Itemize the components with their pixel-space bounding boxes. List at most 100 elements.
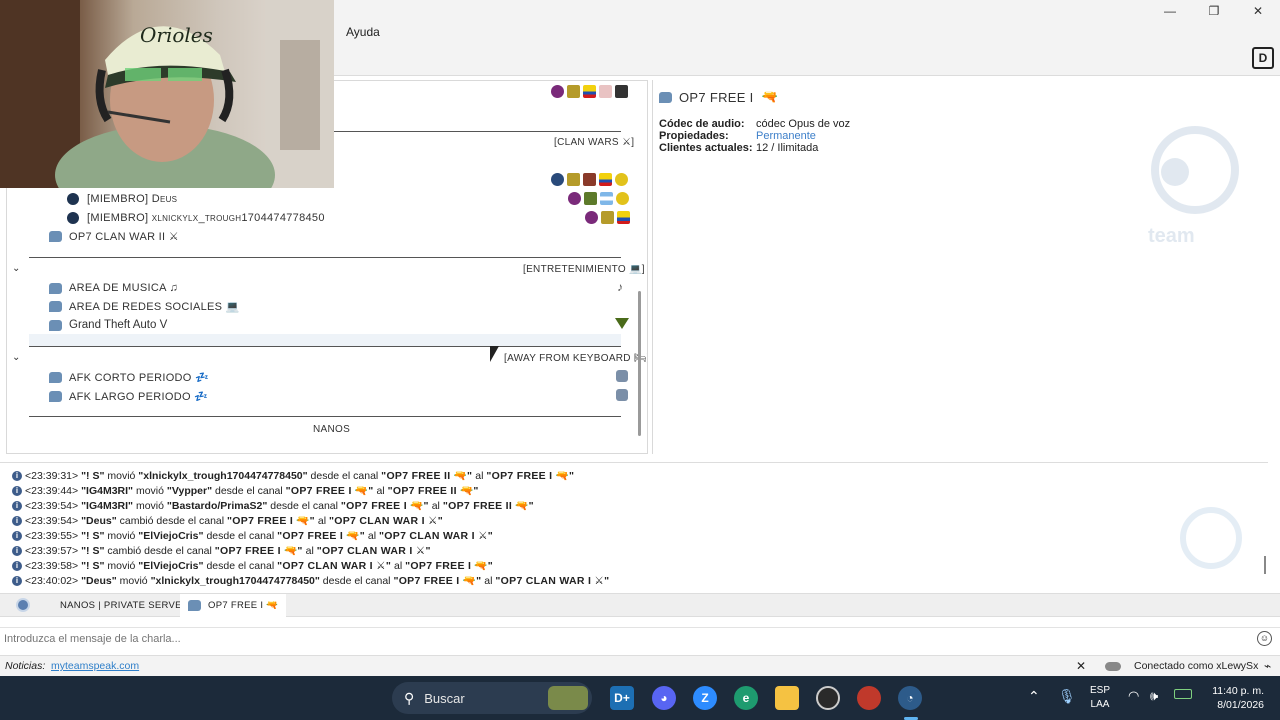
channel-area-redes[interactable]: AREA DE REDES SOCIALES 💻 <box>49 297 240 315</box>
search-highlight-image <box>548 686 588 710</box>
info-row-clients: Clientes actuales: 12 / Ilimitada <box>659 142 819 154</box>
windows-start-icon[interactable] <box>358 686 382 710</box>
teamspeak-watermark-icon <box>1180 507 1242 569</box>
channel-icon <box>659 91 672 103</box>
channel-icon <box>49 371 62 383</box>
news-link[interactable]: myteamspeak.com <box>51 660 139 672</box>
channel-icon <box>188 600 201 611</box>
info-row-codec: Códec de audio: códec Opus de voz <box>659 118 851 130</box>
disney-plus-icon[interactable]: D+ <box>610 686 634 710</box>
log-line: i <23:39:58> "! S" movió "ElViejoCris" de… <box>12 559 493 572</box>
user-xlnickylx[interactable]: [MIEMBRO] xlnickylx_trough1704474778450 <box>67 209 325 227</box>
obs-icon[interactable] <box>816 686 840 710</box>
server-status-icon <box>16 598 30 612</box>
webcam-person-image: Orioles <box>0 0 334 188</box>
cloud-icon <box>1105 662 1121 671</box>
tab-server[interactable]: NANOS | PRIVATE SERVER <box>52 594 197 617</box>
user-badges <box>548 171 628 187</box>
log-line: i <23:39:44> "IG4M3RI" movió "Vypper" des… <box>12 484 479 497</box>
chat-bar: ☺ <box>0 627 1280 649</box>
webcam-overlay: Orioles <box>0 0 334 188</box>
clock[interactable]: 11:40 p. m. 8/01/2026 <box>1200 684 1264 712</box>
info-icon: i <box>12 485 22 496</box>
wifi-icon[interactable]: ◠ <box>1128 688 1139 704</box>
info-row-properties: Propiedades: Permanente <box>659 130 816 142</box>
close-news-button[interactable]: ✕ <box>1076 659 1086 673</box>
svg-text:team: team <box>1148 225 1195 247</box>
teamspeak-watermark-icon: team <box>1140 120 1250 250</box>
menu-help[interactable]: Ayuda <box>346 25 380 39</box>
moderated-icon <box>616 370 628 382</box>
spacer-nanos[interactable]: NANOS <box>313 424 350 435</box>
info-icon: i <box>12 500 22 511</box>
log-line: i <23:39:54> "IG4M3RI" movió "Bastardo/Pr… <box>12 499 534 512</box>
channel-icon <box>49 319 62 331</box>
info-icon: i <box>12 545 22 556</box>
user-deus[interactable]: [MIEMBRO] Deus <box>67 190 177 208</box>
log-line: i <23:39:54> "Deus" cambió desde el canal… <box>12 514 443 527</box>
minimize-button[interactable]: — <box>1148 0 1192 22</box>
battery-icon[interactable] <box>1174 689 1192 699</box>
microphone-icon[interactable]: 🎙 <box>1058 688 1076 705</box>
info-icon: i <box>12 470 22 481</box>
log-line: i <23:40:02> "Deus" movió "xlnickylx_trou… <box>12 574 609 587</box>
maximize-button[interactable]: ❐ <box>1192 0 1236 22</box>
tray-chevron-icon[interactable]: ⌃ <box>1028 688 1040 705</box>
tab-channel[interactable]: OP7 FREE I 🔫 <box>180 594 287 617</box>
info-icon: i <box>12 575 22 586</box>
taskbar-search-box[interactable]: ⚲ Buscar <box>392 682 592 714</box>
user-status-icon <box>67 193 79 205</box>
emoji-icon[interactable]: ☺ <box>1257 631 1272 646</box>
tab-bar: NANOS | PRIVATE SERVER OP7 FREE I 🔫 <box>0 593 1280 617</box>
separator <box>29 346 621 347</box>
spacer-clan-wars[interactable]: [CLAN WARS ⚔] <box>554 137 634 148</box>
close-window-button[interactable]: ✕ <box>1236 0 1280 22</box>
channel-icon <box>49 300 62 312</box>
tree-scrollbar[interactable] <box>638 291 641 436</box>
spacer-entretenimiento[interactable]: [ENTRETENIMIENTO 💻] <box>523 264 645 275</box>
collapse-chevron-icon[interactable]: ⌄ <box>12 352 20 363</box>
user-badges <box>582 209 630 225</box>
gun-icon: 🔫 <box>761 89 778 104</box>
discord-icon[interactable]: ◕ <box>652 686 676 710</box>
info-panel: OP7 FREE I 🔫 Códec de audio: códec Opus … <box>652 80 1270 454</box>
volume-icon[interactable]: 🕪 <box>1150 688 1158 704</box>
chat-input[interactable] <box>4 630 1249 648</box>
file-explorer-icon[interactable] <box>775 686 799 710</box>
search-icon: ⚲ <box>404 689 415 706</box>
spacer-afk[interactable]: [AWAY FROM KEYBOARD 🛏] <box>504 353 647 364</box>
svg-text:Orioles: Orioles <box>140 23 213 47</box>
language-indicator[interactable]: ESP LAA <box>1090 684 1110 712</box>
separator <box>29 416 621 417</box>
separator <box>29 257 621 258</box>
channel-op7-clan-war-ii[interactable]: OP7 CLAN WAR II ⚔ <box>49 227 179 245</box>
signal-icon: ⌁ <box>1264 659 1272 673</box>
teamspeak-taskbar-icon[interactable]: ◔ <box>898 686 922 710</box>
user-status-icon <box>67 212 79 224</box>
channel-afk-corto[interactable]: AFK CORTO PERIODO 💤 <box>49 368 209 386</box>
status-bar: Noticias: myteamspeak.com ✕ Conectado co… <box>0 655 1280 676</box>
app-icon[interactable] <box>857 686 881 710</box>
channel-afk-largo[interactable]: AFK LARGO PERIODO 💤 <box>49 387 208 405</box>
taskbar: ⚲ Buscar D+ ◕ Z e ◔ ⌃ 🎙 ESP LAA ◠ 🕪 11:4… <box>0 676 1280 720</box>
gta-icon <box>615 318 629 329</box>
mouse-cursor-icon <box>490 346 499 362</box>
hover-highlight <box>29 334 621 346</box>
channel-icon <box>49 390 62 402</box>
connection-status: Conectado como xLewySx <box>1134 660 1259 672</box>
user-badges <box>548 83 628 99</box>
log-scrollbar[interactable] <box>1264 556 1266 574</box>
channel-gta[interactable]: Grand Theft Auto V <box>49 316 639 334</box>
edge-icon[interactable]: e <box>734 686 758 710</box>
moderated-icon <box>616 389 628 401</box>
zoom-icon[interactable]: Z <box>693 686 717 710</box>
channel-area-musica[interactable]: AREA DE MUSICA ♫ <box>49 279 178 297</box>
info-icon: i <box>12 515 22 526</box>
collapse-chevron-icon[interactable]: ⌄ <box>12 263 20 274</box>
teamspeak-logo-icon[interactable]: D <box>1252 47 1274 69</box>
user-badges <box>565 190 629 206</box>
channel-icon <box>49 230 62 242</box>
log-line: i <23:39:31> "! S" movió "xlnickylx_troug… <box>12 469 574 482</box>
channel-info-title: OP7 FREE I 🔫 <box>659 89 778 105</box>
log-line: i <23:39:55> "! S" movió "ElViejoCris" de… <box>12 529 493 542</box>
